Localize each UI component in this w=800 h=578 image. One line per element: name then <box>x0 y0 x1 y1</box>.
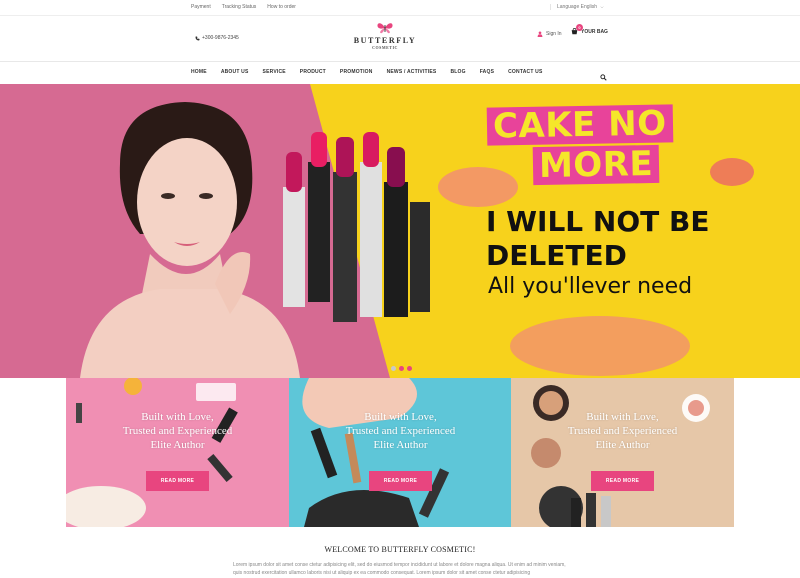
slider-dot-2[interactable] <box>399 366 404 371</box>
logo-subtitle: COSMETIC <box>372 45 398 50</box>
slider-dot-3[interactable] <box>407 366 412 371</box>
promo-card-3-image <box>531 385 710 527</box>
bag-label: YOUR BAG <box>581 28 608 35</box>
promo-card-2: Built with Love, Trusted and Experienced… <box>289 378 512 527</box>
nav-item-news-activities[interactable]: NEWS / ACTIVITIES <box>387 69 437 75</box>
user-icon <box>537 31 543 37</box>
promo-card-3-line3: Elite Author <box>595 439 650 451</box>
nav-item-promotion[interactable]: PROMOTION <box>340 69 373 75</box>
nav-item-blog[interactable]: BLOG <box>450 69 465 75</box>
promo-card-1-image <box>66 378 238 527</box>
tracking-status-link[interactable]: Tracking Status <box>222 4 257 10</box>
promo-card-2-line3: Elite Author <box>373 439 428 451</box>
welcome-title: WELCOME TO BUTTERFLY COSMETIC! <box>324 545 476 554</box>
promo-card-1-text: Built with Love, Trusted and Experienced… <box>66 410 289 452</box>
payment-link[interactable]: Payment <box>191 4 211 10</box>
promo-card-3: Built with Love, Trusted and Experienced… <box>511 378 734 527</box>
language-label: Language English <box>557 4 598 10</box>
top-bar: Payment Tracking Status How to order Lan… <box>0 0 800 16</box>
nav-item-faqs[interactable]: FAQS <box>480 69 494 75</box>
nav-item-product[interactable]: PRODUCT <box>300 69 326 75</box>
slider-dot-1[interactable] <box>391 366 396 371</box>
main-nav: HOME ABOUT US SERVICE PRODUCT PROMOTION … <box>0 62 800 84</box>
nav-item-about-us[interactable]: ABOUT US <box>221 69 249 75</box>
phone-number: +300-9876-2345 <box>202 35 239 41</box>
sign-in-label: Sign In <box>546 31 562 37</box>
promo-card-3-line2: Trusted and Experienced <box>567 425 678 437</box>
model-photo <box>80 102 300 378</box>
hero-title-box-1: CAKE NO <box>486 103 673 147</box>
nav-item-home[interactable]: HOME <box>191 69 207 75</box>
top-links: Payment Tracking Status How to order <box>191 4 296 10</box>
nav-items: HOME ABOUT US SERVICE PRODUCT PROMOTION … <box>191 69 557 75</box>
promo-card-1: Built with Love, Trusted and Experienced… <box>66 378 289 527</box>
logo-title: BUTTERFLY <box>353 36 417 45</box>
how-to-order-link[interactable]: How to order <box>267 4 296 10</box>
phone-icon <box>195 36 200 40</box>
language-selector[interactable]: Language English ⌵ <box>550 4 603 10</box>
butterfly-icon <box>377 23 393 34</box>
promo-card-1-line2: Trusted and Experienced <box>122 425 233 437</box>
hero-headline-2: DELETED <box>486 239 627 272</box>
welcome-body: Lorem ipsum dolor sit amet conse ctetur … <box>233 562 566 576</box>
promo-card-1-line3: Elite Author <box>150 439 205 451</box>
slider-dots <box>391 366 412 371</box>
promo-card-3-read-more-button[interactable]: READ MORE <box>591 471 654 491</box>
hero-headline-1: I WILL NOT BE <box>486 205 710 238</box>
sign-in-link[interactable]: Sign In <box>537 31 562 37</box>
hero-tagline: All you'llever need <box>488 274 693 299</box>
nav-item-service[interactable]: SERVICE <box>263 69 286 75</box>
nav-item-contact-us[interactable]: CONTACT US <box>508 69 542 75</box>
promo-card-2-line1: Built with Love, <box>364 411 437 423</box>
hero-title-box-2: MORE <box>532 144 660 186</box>
logo[interactable]: BUTTERFLY COSMETIC <box>350 22 420 50</box>
site-header: +300-9876-2345 BUTTERFLY COSMETIC Sign I… <box>0 16 800 62</box>
promo-card-1-read-more-button[interactable]: READ MORE <box>146 471 209 491</box>
promo-card-2-text: Built with Love, Trusted and Experienced… <box>289 410 512 452</box>
hero-title-line2: MORE <box>538 144 654 186</box>
promo-card-2-read-more-button[interactable]: READ MORE <box>369 471 432 491</box>
chevron-down-icon: ⌵ <box>600 4 604 9</box>
promo-card-3-text: Built with Love, Trusted and Experienced… <box>511 410 734 452</box>
promo-card-2-image <box>302 378 450 527</box>
hero-banner: CAKE NO MORE I WILL NOT BE DELETED All y… <box>0 84 800 378</box>
search-icon <box>600 74 607 81</box>
promo-card-2-line2: Trusted and Experienced <box>345 425 456 437</box>
phone-contact: +300-9876-2345 <box>195 35 239 41</box>
bag-count-badge: 0 <box>576 24 583 31</box>
promo-card-3-line1: Built with Love, <box>586 411 659 423</box>
hero-title-line1: CAKE NO <box>492 103 667 147</box>
promo-card-1-line1: Built with Love, <box>141 411 214 423</box>
shopping-bag-button[interactable]: 0 YOUR BAG <box>571 24 608 35</box>
lipsticks-image <box>283 132 430 322</box>
